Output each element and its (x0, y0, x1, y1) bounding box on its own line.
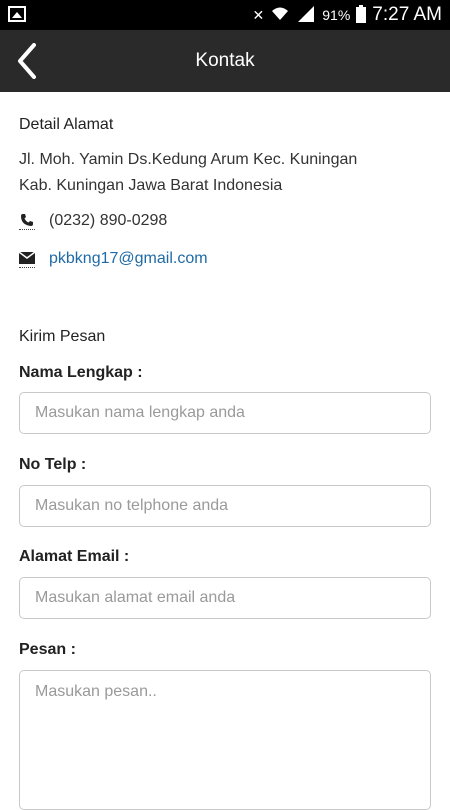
phone-row: (0232) 890-0298 (19, 211, 167, 230)
email-input[interactable] (19, 577, 431, 619)
gallery-notification-icon (8, 6, 26, 22)
page-title: Kontak (195, 50, 255, 71)
detail-heading: Detail Alamat (19, 116, 114, 133)
email-label: Alamat Email : (19, 548, 130, 565)
signal-icon (296, 5, 316, 25)
address-line-1: Jl. Moh. Yamin Ds.Kedung Arum Kec. Kunin… (19, 151, 358, 168)
form-heading: Kirim Pesan (19, 328, 106, 345)
envelope-icon (19, 249, 35, 268)
name-label: Nama Lengkap : (19, 364, 143, 381)
status-bar: ✕ 91% 7:27 AM (0, 0, 450, 30)
app-bar: Kontak (0, 30, 450, 92)
phone-label: No Telp : (19, 456, 87, 473)
mute-icon: ✕ (252, 6, 265, 23)
phone-icon (19, 211, 35, 230)
battery-icon (356, 4, 367, 26)
message-label: Pesan : (19, 641, 76, 658)
email-link[interactable]: pkbkng17@gmail.com (49, 250, 208, 268)
address-line-2: Kab. Kuningan Jawa Barat Indonesia (19, 177, 283, 194)
phone-number[interactable]: (0232) 890-0298 (49, 212, 167, 230)
phone-input[interactable] (19, 485, 431, 527)
message-textarea[interactable] (19, 670, 431, 810)
status-icons: ✕ 91% 7:27 AM (253, 0, 442, 30)
clock: 7:27 AM (372, 4, 442, 25)
wifi-icon (270, 6, 290, 25)
battery-percent: 91% (322, 7, 351, 23)
email-row: pkbkng17@gmail.com (19, 249, 208, 268)
name-input[interactable] (19, 392, 431, 434)
